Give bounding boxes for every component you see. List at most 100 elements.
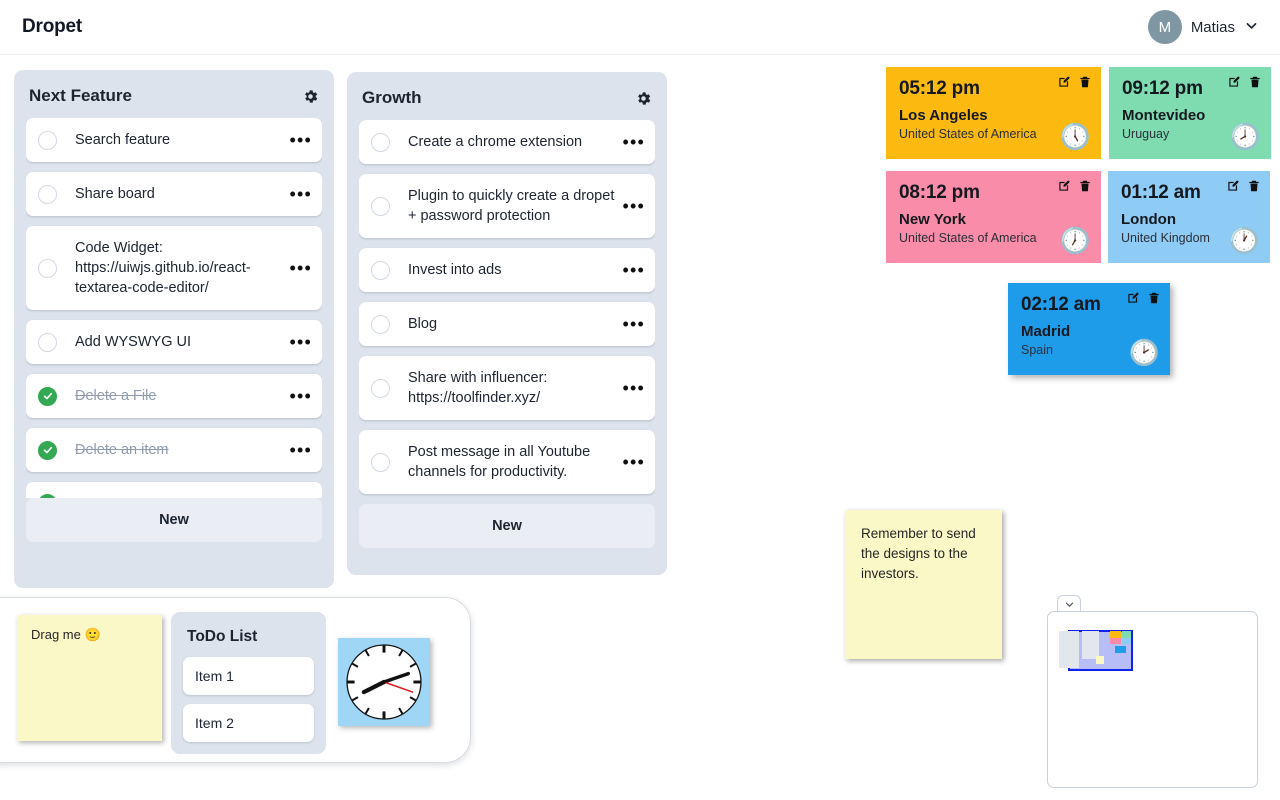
chevron-down-icon[interactable]	[1245, 19, 1258, 35]
world-clock-card-madrid[interactable]: 02:12 am Madrid Spain 🕑	[1008, 283, 1170, 375]
task-menu-button[interactable]: •••	[289, 259, 312, 277]
task-card[interactable]: Share with influencer: https://toolfinde…	[359, 356, 655, 420]
task-card-partial[interactable]	[26, 482, 322, 498]
edit-icon[interactable]	[1126, 291, 1140, 305]
task-card[interactable]: Search feature •••	[26, 118, 322, 162]
top-bar: Dropet M Matias	[0, 0, 1280, 55]
task-menu-button[interactable]: •••	[289, 131, 312, 149]
minimap-clock-new-york	[1110, 638, 1121, 644]
todo-list-item[interactable]: Item 2	[183, 704, 314, 742]
user-menu[interactable]: M Matias	[1147, 10, 1258, 44]
task-checkbox[interactable]	[38, 130, 57, 150]
clock-card-tools	[1227, 75, 1262, 89]
task-card[interactable]: Code Widget: https://uiwjs.github.io/rea…	[26, 226, 322, 310]
sticky-note-widget-template[interactable]: Drag me 🙂	[17, 615, 162, 741]
task-menu-button[interactable]: •••	[622, 315, 645, 333]
task-menu-button[interactable]: •••	[622, 379, 645, 397]
task-title: Blog	[408, 316, 438, 332]
task-title: Share with influencer: https://toolfinde…	[408, 370, 548, 406]
delete-icon[interactable]	[1247, 179, 1261, 193]
delete-icon[interactable]	[1078, 75, 1092, 89]
task-menu-button[interactable]: •••	[622, 453, 645, 471]
analog-clock-face-icon	[346, 644, 422, 720]
task-card[interactable]: Delete an item •••	[26, 428, 322, 472]
add-card-button[interactable]: New	[26, 498, 322, 542]
minimap-clock-madrid	[1115, 646, 1126, 653]
clock-city: London	[1121, 211, 1176, 228]
task-menu-button[interactable]: •••	[622, 197, 645, 215]
clock-face-icon: 🕑	[1128, 339, 1160, 367]
column-title: Growth	[362, 88, 422, 107]
task-menu-button[interactable]: •••	[622, 133, 645, 151]
todo-list-widget-template[interactable]: ToDo List Item 1 Item 2	[171, 612, 326, 754]
task-card[interactable]: Add WYSWYG UI •••	[26, 320, 322, 364]
gear-icon[interactable]	[635, 90, 652, 107]
task-menu-button[interactable]: •••	[289, 333, 312, 351]
task-card[interactable]: Share board •••	[26, 172, 322, 216]
task-checkbox[interactable]	[38, 332, 57, 352]
world-clock-card-montevideo[interactable]: 09:12 pm Montevideo Uruguay 🕗	[1109, 67, 1271, 159]
task-title: Create a chrome extension	[408, 134, 583, 150]
task-card[interactable]: Plugin to quickly create a dropet + pass…	[359, 174, 655, 238]
task-checkbox[interactable]	[371, 132, 390, 152]
task-checkbox[interactable]	[371, 314, 390, 334]
task-card[interactable]: Delete a File •••	[26, 374, 322, 418]
task-checkbox[interactable]	[38, 184, 57, 204]
column-card-list: Search feature ••• Share board ••• Code …	[26, 118, 322, 498]
clock-face-icon: 🕗	[1229, 123, 1261, 151]
add-card-button[interactable]: New	[359, 504, 655, 548]
edit-icon[interactable]	[1057, 179, 1071, 193]
task-title: Invest into ads	[408, 262, 502, 278]
clock-city: New York	[899, 211, 966, 228]
world-clock-card-new-york[interactable]: 08:12 pm New York United States of Ameri…	[886, 171, 1101, 263]
task-checkbox[interactable]	[38, 440, 57, 460]
widget-drawer: Drag me 🙂 ToDo List Item 1 Item 2	[0, 597, 471, 763]
task-title: Plugin to quickly create a dropet + pass…	[408, 188, 615, 224]
task-card[interactable]: Invest into ads •••	[359, 248, 655, 292]
task-card[interactable]: Post message in all Youtube channels for…	[359, 430, 655, 494]
task-menu-button[interactable]: •••	[289, 387, 312, 405]
delete-icon[interactable]	[1078, 179, 1092, 193]
column-title: Next Feature	[29, 86, 132, 105]
edit-icon[interactable]	[1226, 179, 1240, 193]
task-title: Delete an item	[75, 442, 169, 458]
gear-icon[interactable]	[302, 88, 319, 105]
task-title: Code Widget: https://uiwjs.github.io/rea…	[75, 240, 251, 296]
minimap-clock-los-angeles	[1110, 631, 1121, 638]
clock-city: Montevideo	[1122, 107, 1206, 124]
task-title: Share board	[75, 186, 155, 202]
task-card[interactable]: Blog •••	[359, 302, 655, 346]
delete-icon[interactable]	[1147, 291, 1161, 305]
delete-icon[interactable]	[1248, 75, 1262, 89]
task-menu-button[interactable]: •••	[622, 261, 645, 279]
world-clock-card-london[interactable]: 01:12 am London United Kingdom 🕐	[1108, 171, 1270, 263]
minimap-panel[interactable]	[1047, 611, 1258, 788]
sticky-note-widget[interactable]: Remember to send the designs to the inve…	[845, 510, 1002, 659]
task-checkbox[interactable]	[371, 196, 390, 216]
clock-face-icon: 🕖	[1059, 227, 1091, 255]
edit-icon[interactable]	[1227, 75, 1241, 89]
minimap-toggle-button[interactable]	[1057, 595, 1081, 612]
task-checkbox[interactable]	[38, 258, 57, 278]
task-checkbox[interactable]	[371, 260, 390, 280]
clock-card-tools	[1057, 179, 1092, 193]
avatar: M	[1147, 10, 1182, 44]
task-menu-button[interactable]: •••	[289, 441, 312, 459]
clock-city: Madrid	[1021, 323, 1071, 340]
task-checkbox[interactable]	[38, 386, 57, 406]
task-menu-button[interactable]: •••	[289, 185, 312, 203]
task-title: Delete a File	[75, 388, 157, 404]
task-card[interactable]: Create a chrome extension •••	[359, 120, 655, 164]
task-checkbox[interactable]	[371, 378, 390, 398]
chevron-down-icon	[1065, 602, 1073, 607]
edit-icon[interactable]	[1057, 75, 1071, 89]
task-checkbox[interactable]	[371, 452, 390, 472]
app-title: Dropet	[22, 16, 83, 37]
analog-clock-widget-template[interactable]	[338, 638, 430, 726]
minimap-sticky-note	[1096, 656, 1104, 664]
world-clock-card-los-angeles[interactable]: 05:12 pm Los Angeles United States of Am…	[886, 67, 1101, 159]
column-card-list: Create a chrome extension ••• Plugin to …	[359, 120, 655, 504]
todo-list-item[interactable]: Item 1	[183, 657, 314, 695]
todo-list-title: ToDo List	[187, 628, 258, 645]
task-checkbox[interactable]	[38, 494, 57, 498]
